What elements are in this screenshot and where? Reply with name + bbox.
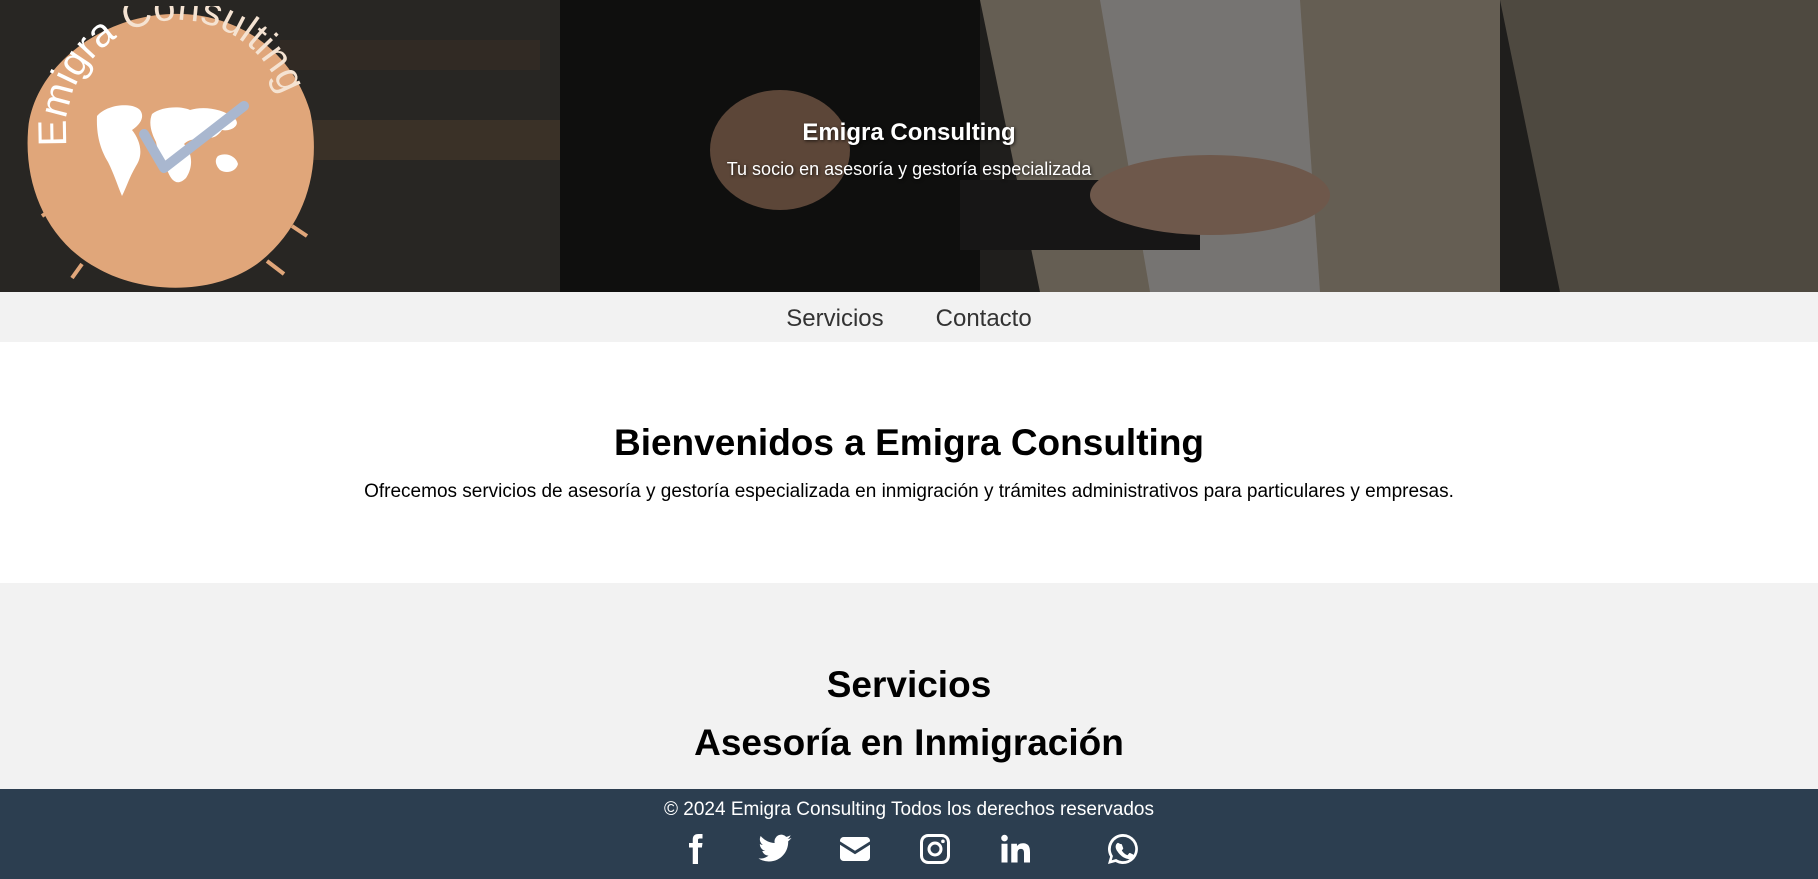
hero-banner: Emigra Consulting Emigra Consulting Tu s…	[0, 0, 1818, 292]
twitter-icon[interactable]	[755, 829, 795, 869]
services-title: Servicios	[826, 664, 992, 705]
nav-link-contacto[interactable]: Contacto	[936, 301, 1032, 333]
footer-copyright: © 2024 Emigra Consulting Todos los derec…	[664, 799, 1154, 820]
envelope-icon[interactable]	[835, 829, 875, 869]
nav-link-servicios[interactable]: Servicios	[786, 301, 883, 333]
services-section: Servicios Asesoría en Inmigración	[0, 583, 1818, 789]
site-footer: © 2024 Emigra Consulting Todos los derec…	[0, 789, 1818, 879]
welcome-section: Bienvenidos a Emigra Consulting Ofrecemo…	[0, 342, 1818, 583]
emigra-consulting-logo[interactable]: Emigra Consulting	[22, 6, 322, 291]
social-links	[0, 829, 1818, 869]
whatsapp-icon[interactable]	[1103, 829, 1143, 869]
welcome-title: Bienvenidos a Emigra Consulting	[613, 422, 1205, 463]
welcome-text: Ofrecemos servicios de asesoría y gestor…	[364, 481, 1454, 502]
instagram-icon[interactable]	[915, 829, 955, 869]
facebook-icon[interactable]	[675, 829, 715, 869]
hero-subtitle: Tu socio en asesoría y gestoría especial…	[726, 159, 1092, 179]
main-navigation: Servicios Contacto	[0, 292, 1818, 342]
hero-title: Emigra Consulting	[802, 119, 1016, 146]
service-title-asesoria: Asesoría en Inmigración	[694, 722, 1124, 763]
linkedin-icon[interactable]	[995, 829, 1035, 869]
